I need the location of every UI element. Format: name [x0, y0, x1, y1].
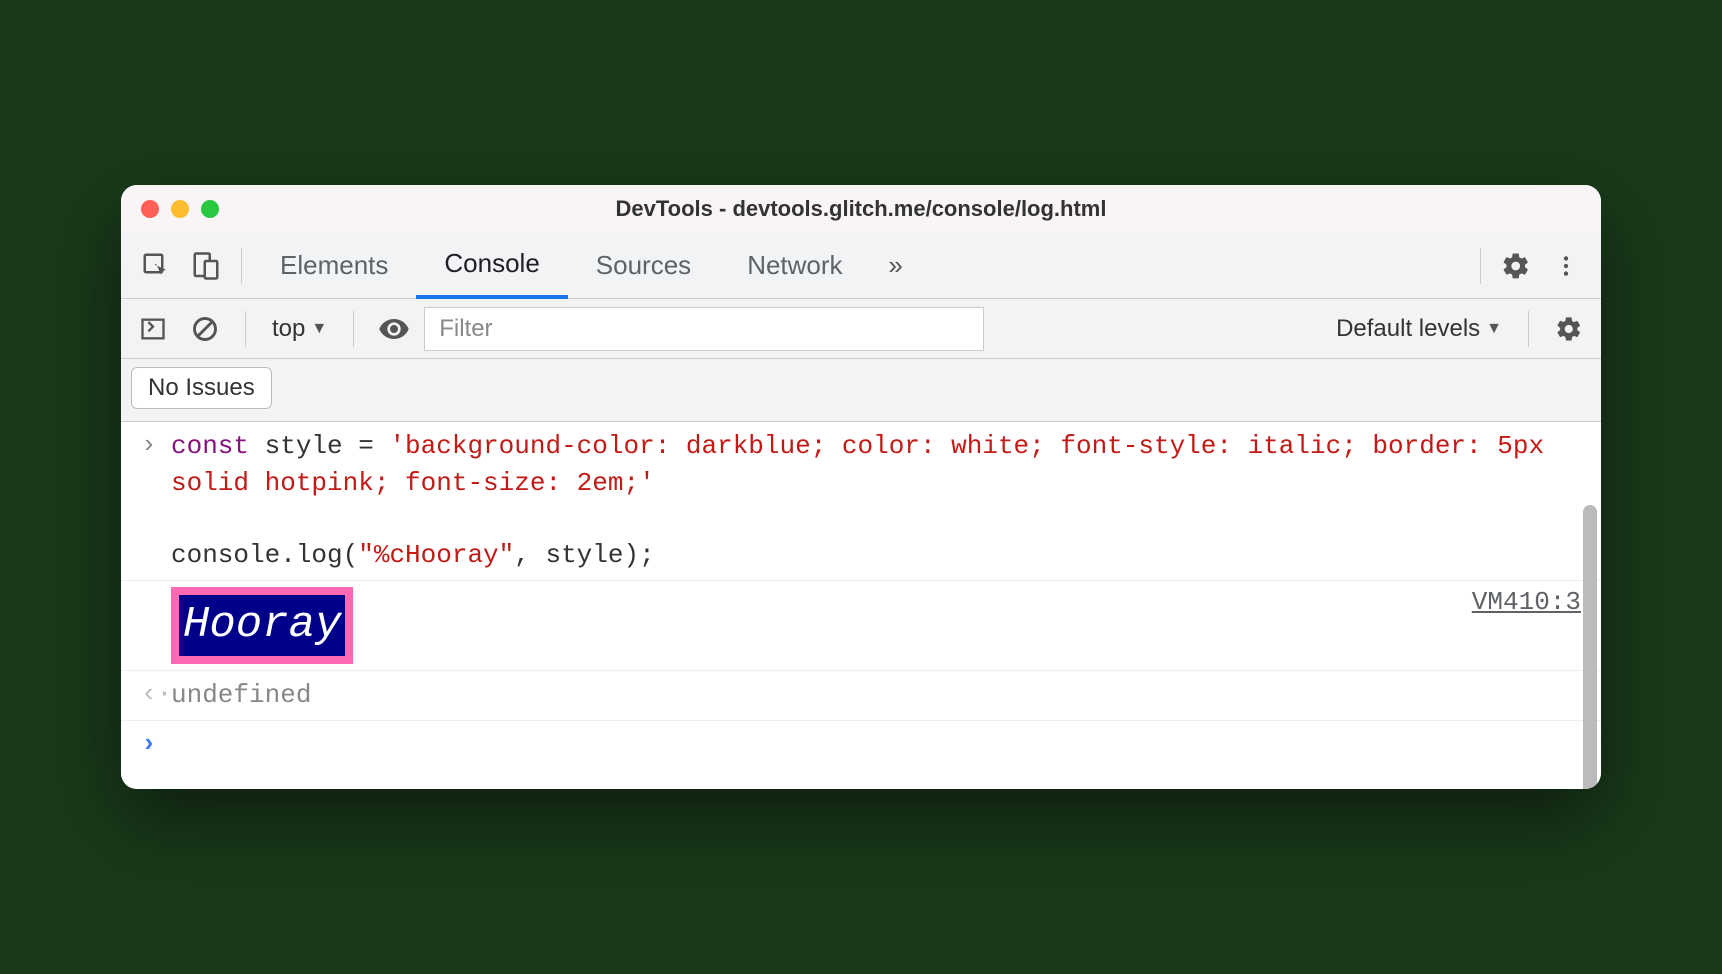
device-toolbar-icon[interactable]	[181, 241, 231, 291]
output-content: Hooray	[171, 587, 1452, 665]
console-output: › const style = 'background-color: darkb…	[121, 422, 1601, 789]
levels-label: Default levels	[1336, 315, 1480, 343]
window-title: DevTools - devtools.glitch.me/console/lo…	[121, 196, 1601, 222]
code-text: console.log(	[171, 540, 358, 570]
divider	[1480, 248, 1481, 284]
tab-sources[interactable]: Sources	[568, 233, 719, 299]
toggle-console-sidebar-icon[interactable]	[131, 307, 175, 351]
close-window-button[interactable]	[141, 200, 159, 218]
input-code: const style = 'background-color: darkblu…	[171, 428, 1581, 574]
code-text: style =	[249, 431, 389, 461]
tab-elements[interactable]: Elements	[252, 233, 416, 299]
return-arrow-icon: ‹·	[141, 677, 171, 709]
clear-console-icon[interactable]	[183, 307, 227, 351]
console-input-row: › const style = 'background-color: darkb…	[121, 422, 1601, 581]
execution-context-selector[interactable]: top	[264, 315, 335, 343]
styled-log-output: Hooray	[171, 587, 353, 665]
scrollbar-thumb[interactable]	[1583, 505, 1597, 789]
return-value: undefined	[171, 677, 1581, 713]
inspect-element-icon[interactable]	[131, 241, 181, 291]
console-toolbar: top Default levels	[121, 299, 1601, 359]
divider	[245, 311, 246, 347]
divider	[241, 248, 242, 284]
tab-console[interactable]: Console	[416, 233, 567, 299]
issues-button[interactable]: No Issues	[131, 367, 272, 409]
console-prompt-row[interactable]: ›	[121, 721, 1601, 789]
minimize-window-button[interactable]	[171, 200, 189, 218]
console-return-row: ‹· undefined	[121, 671, 1601, 720]
scrollbar[interactable]	[1583, 505, 1597, 769]
settings-icon[interactable]	[1491, 241, 1541, 291]
maximize-window-button[interactable]	[201, 200, 219, 218]
window-controls	[141, 200, 219, 218]
issues-bar: No Issues	[121, 359, 1601, 422]
code-text: , style);	[514, 540, 654, 570]
titlebar: DevTools - devtools.glitch.me/console/lo…	[121, 185, 1601, 233]
log-levels-selector[interactable]: Default levels	[1328, 315, 1510, 343]
source-link[interactable]: VM410:3	[1452, 587, 1581, 617]
console-output-row: Hooray VM410:3	[121, 581, 1601, 672]
code-string: "%cHooray"	[358, 540, 514, 570]
divider	[1528, 311, 1529, 347]
input-chevron-icon: ›	[141, 428, 171, 460]
kebab-menu-icon[interactable]	[1541, 241, 1591, 291]
context-label: top	[272, 315, 305, 343]
filter-input[interactable]	[424, 307, 984, 351]
console-settings-icon[interactable]	[1547, 307, 1591, 351]
tab-network[interactable]: Network	[719, 233, 870, 299]
code-keyword: const	[171, 431, 249, 461]
divider	[353, 311, 354, 347]
live-expression-icon[interactable]	[372, 307, 416, 351]
prompt-chevron-icon: ›	[141, 727, 171, 759]
devtools-window: DevTools - devtools.glitch.me/console/lo…	[121, 185, 1601, 789]
main-tabbar: Elements Console Sources Network »	[121, 233, 1601, 299]
more-tabs-icon[interactable]: »	[871, 241, 921, 291]
gutter	[141, 587, 171, 589]
